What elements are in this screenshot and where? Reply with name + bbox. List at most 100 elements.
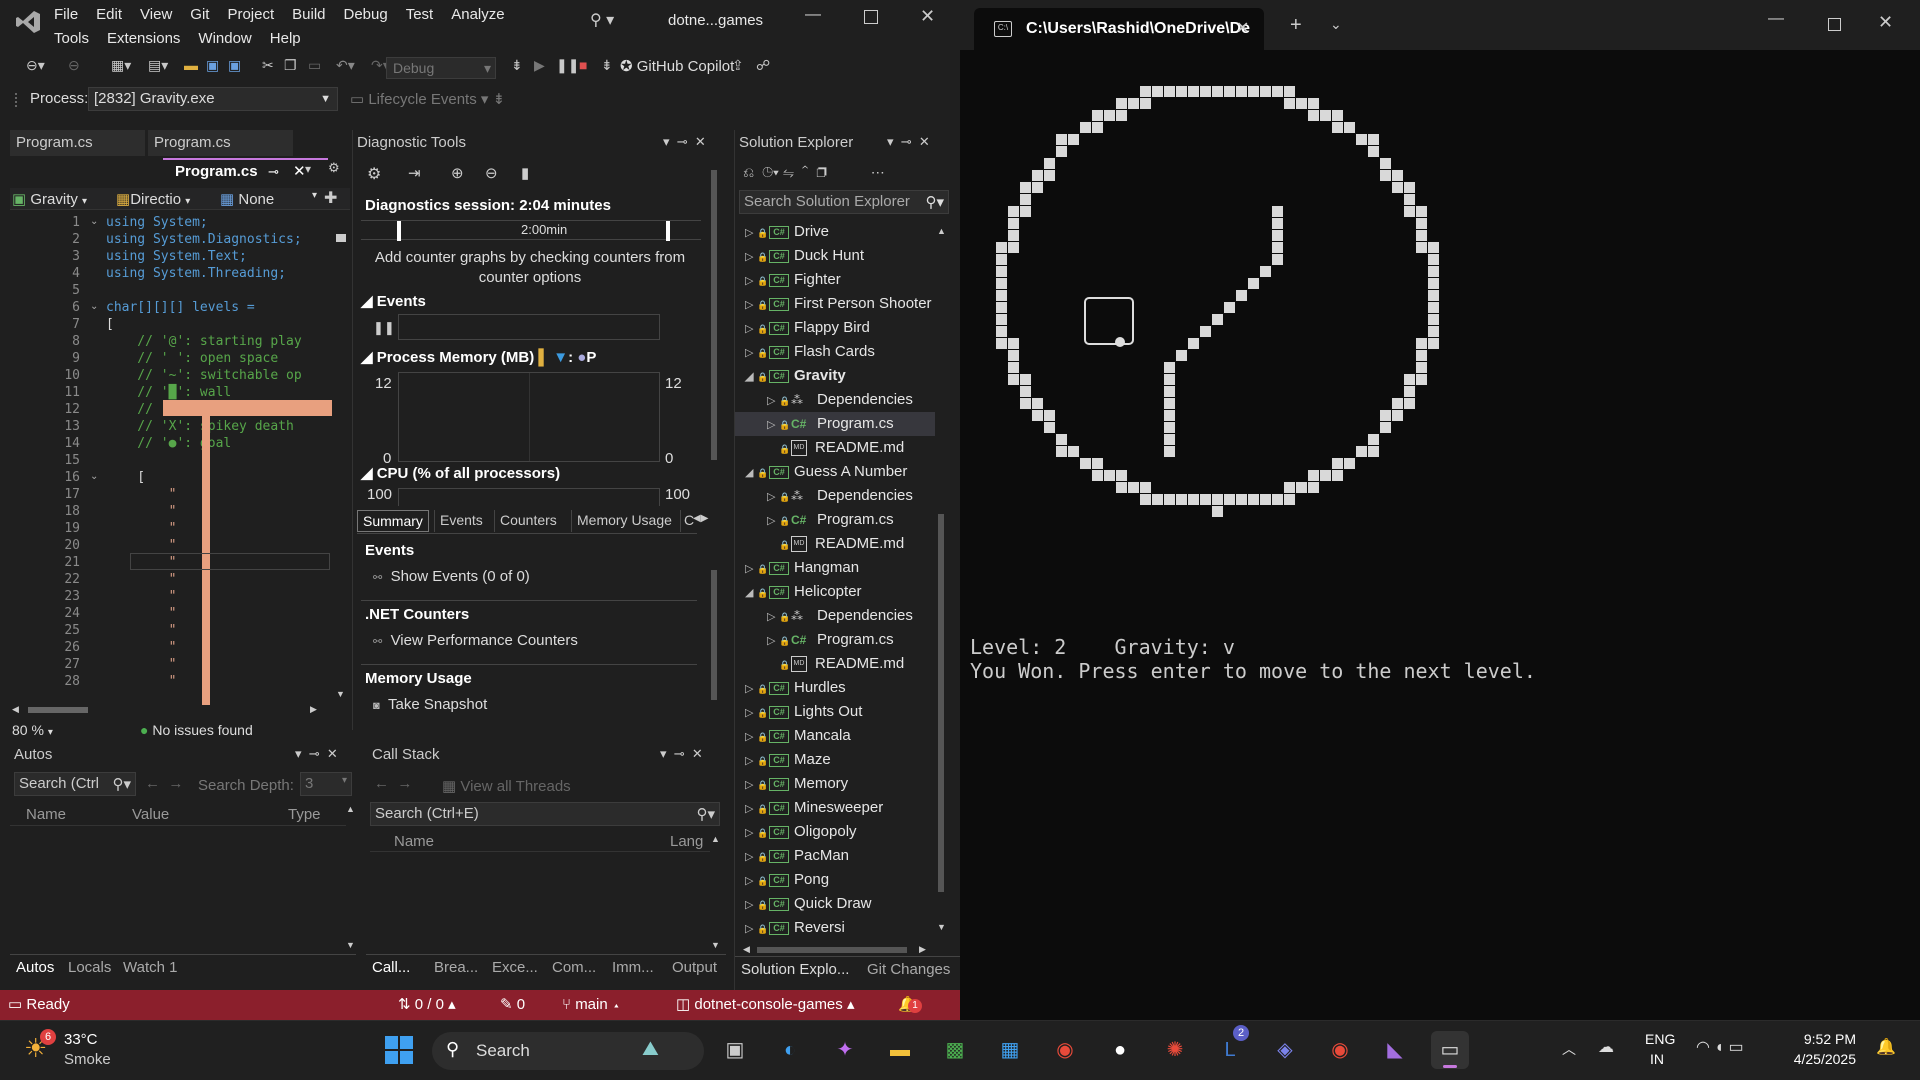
issues-indicator[interactable]: ● No issues found [140, 722, 253, 738]
collapsed-arrow-icon[interactable]: ▷ [767, 485, 779, 509]
col-name[interactable]: Name [394, 833, 434, 850]
solution-item[interactable]: ▷ 🔒⁂ Dependencies [735, 484, 935, 508]
tab-dropdown-icon[interactable]: ⌄ [1330, 16, 1342, 33]
search-depth-select[interactable]: 3 ▾ [300, 772, 352, 796]
start-button[interactable] [384, 1035, 414, 1065]
file-explorer-icon[interactable]: ▬ [881, 1031, 919, 1069]
editor-hscrollbar[interactable]: ◀ ▶ [10, 703, 332, 717]
solution-item[interactable]: ▷ 🔒 C# Drive [735, 220, 935, 244]
tab-scroll-icon[interactable]: ◀▶ [693, 513, 708, 524]
chrome-profile-icon[interactable]: ◉ [1321, 1031, 1359, 1069]
tray-overflow-icon[interactable]: ︿ [1562, 1039, 1576, 1059]
fold-marker-icon[interactable]: ⌄ [90, 216, 98, 227]
autos-search[interactable]: Search (Ctrl ⚲▾ [14, 772, 136, 796]
callstack-search[interactable]: Search (Ctrl+E) ⚲▾ [370, 802, 720, 826]
collapsed-arrow-icon[interactable]: ▷ [745, 293, 757, 317]
collapsed-arrow-icon[interactable]: ▷ [745, 917, 757, 940]
collapsed-arrow-icon[interactable]: ▷ [767, 413, 779, 437]
close-tab-icon[interactable]: ✕ [1236, 18, 1249, 38]
tab-exceptions[interactable]: Exce... [492, 959, 538, 976]
scroll-icons[interactable]: ▲ [346, 804, 355, 814]
undo-icon[interactable]: ↶▾ [336, 57, 355, 74]
tab-git-changes[interactable]: Git Changes [867, 961, 950, 978]
forward-icon[interactable]: ⊖ [68, 57, 80, 74]
collapsed-arrow-icon[interactable]: ▷ [767, 629, 779, 653]
view-threads-button[interactable]: ▦ View all Threads [442, 777, 571, 795]
diag-tab-memory[interactable]: Memory Usage [571, 510, 677, 532]
pause-icon[interactable]: ❚❚ [556, 57, 579, 74]
collapsed-arrow-icon[interactable]: ▷ [745, 677, 757, 701]
solution-item[interactable]: ◢ 🔒 C# Guess A Number [735, 460, 935, 484]
collapsed-arrow-icon[interactable]: ▷ [745, 317, 757, 341]
menu-analyze[interactable]: Analyze [442, 3, 513, 27]
menu-tools[interactable]: Tools [45, 27, 98, 51]
solution-item[interactable]: ▷ 🔒 C# Maze [735, 748, 935, 772]
collapsed-arrow-icon[interactable]: ▷ [745, 269, 757, 293]
show-events-link[interactable]: ⚯ Show Events (0 of 0) [373, 568, 530, 585]
panel-controls[interactable]: ▾ ⊸ ✕ [660, 746, 703, 762]
menu-project[interactable]: Project [218, 3, 283, 27]
lang-2[interactable]: IN [1650, 1051, 1664, 1067]
solution-item[interactable]: ▷ 🔒 C# Oligopoly [735, 820, 935, 844]
solution-hscroll[interactable]: ◀ ▶ [739, 944, 935, 956]
menu-edit[interactable]: Edit [87, 3, 131, 27]
search-icon[interactable]: ⚲ ▾ [590, 10, 614, 30]
teams-icon[interactable]: ◈ [1266, 1031, 1304, 1069]
taskbar-search[interactable]: ⚲ Search ⛰ [432, 1032, 704, 1070]
expanded-arrow-icon[interactable]: ◢ [745, 365, 757, 389]
solution-item[interactable]: ▷ 🔒 C# Flash Cards [735, 340, 935, 364]
terminal-tab[interactable]: C:\ C:\Users\Rashid\OneDrive\De ✕ [974, 8, 1264, 50]
lang-1[interactable]: ENG [1645, 1031, 1675, 1047]
cut-icon[interactable]: ✂ [262, 57, 274, 74]
menu-view[interactable]: View [131, 3, 181, 27]
view-perf-link[interactable]: ⚯ View Performance Counters [373, 632, 578, 649]
solution-item[interactable]: ▷ 🔒 C# PacMan [735, 844, 935, 868]
open-folder-icon[interactable]: ▬ [184, 57, 198, 73]
collapsed-arrow-icon[interactable]: ▷ [767, 605, 779, 629]
cpu-header[interactable]: ◢ CPU (% of all processors) [361, 464, 560, 482]
new-tab-icon[interactable]: + [1290, 14, 1302, 37]
tab-output[interactable]: Output [672, 959, 717, 976]
solution-item[interactable]: ▷ 🔒C# Program.cs [735, 412, 935, 436]
diag-tab-events[interactable]: Events [434, 510, 488, 532]
clock-time[interactable]: 9:52 PM [1776, 1031, 1856, 1047]
visual-studio-icon[interactable]: ◣ [1376, 1031, 1414, 1069]
collapsed-arrow-icon[interactable]: ▷ [745, 845, 757, 869]
feedback-icon[interactable]: ☍ [756, 57, 770, 74]
panel-controls[interactable]: ▾ ⊸ ✕ [663, 134, 706, 150]
pin-icon[interactable]: ⊸ [268, 164, 279, 180]
scroll-down-icon[interactable]: ▼ [711, 940, 720, 950]
process-select[interactable]: [2832] Gravity.exe ▼ [88, 87, 338, 111]
solution-item[interactable]: ▷ 🔒⁂ Dependencies [735, 604, 935, 628]
status-updown[interactable]: ⇅ 0 / 0 ▴ [398, 993, 456, 1017]
back-icon[interactable]: ⊖▾ [26, 57, 45, 74]
collapsed-arrow-icon[interactable]: ▷ [745, 725, 757, 749]
take-snapshot-button[interactable]: ◙ Take Snapshot [373, 696, 487, 713]
new-item-icon[interactable]: ▤▾ [148, 57, 168, 74]
terminal-taskbar-icon[interactable]: ▭ [1431, 1031, 1469, 1069]
status-changes[interactable]: ✎ 0 [500, 993, 525, 1017]
continue-icon[interactable]: ▶ [534, 57, 545, 74]
panel-controls[interactable]: ▾ ⊸ ✕ [887, 134, 930, 150]
step-icon[interactable]: ⇟ [511, 57, 523, 74]
solution-item[interactable]: ▷ 🔒 C# Reversi [735, 916, 935, 940]
solution-item[interactable]: ▷ 🔒 C# Hangman [735, 556, 935, 580]
app-red-icon[interactable]: ✺ [1156, 1031, 1194, 1069]
copilot-icon[interactable]: ✦ [826, 1031, 864, 1069]
scroll-down-icon[interactable]: ▼ [346, 940, 355, 950]
copilot-button[interactable]: ✪ GitHub Copilot [620, 57, 734, 75]
tab-list-dropdown-icon[interactable]: ▾ [305, 162, 311, 176]
solution-item[interactable]: ▷ 🔒 C# Flappy Bird [735, 316, 935, 340]
solution-item[interactable]: ◢ 🔒 C# Gravity [735, 364, 935, 388]
edge-icon[interactable]: ◐ [771, 1031, 809, 1069]
notifications-icon[interactable]: 🔔1 [898, 993, 922, 1017]
editor-vscrollbar[interactable]: ▼ [332, 214, 350, 704]
zoom-in-icon[interactable]: ⊕ [451, 164, 464, 182]
stop-icon[interactable]: ■ [579, 57, 587, 73]
pause-events-icon[interactable]: ❚❚ [373, 320, 395, 336]
callstack-nav[interactable]: ← → [374, 775, 421, 792]
diag-scrollbar[interactable] [709, 160, 719, 720]
diag-timeline[interactable]: 2:00min [361, 220, 701, 241]
solution-item[interactable]: ▷ 🔒 C# Mancala [735, 724, 935, 748]
minimize-button[interactable]: — [1768, 10, 1784, 28]
